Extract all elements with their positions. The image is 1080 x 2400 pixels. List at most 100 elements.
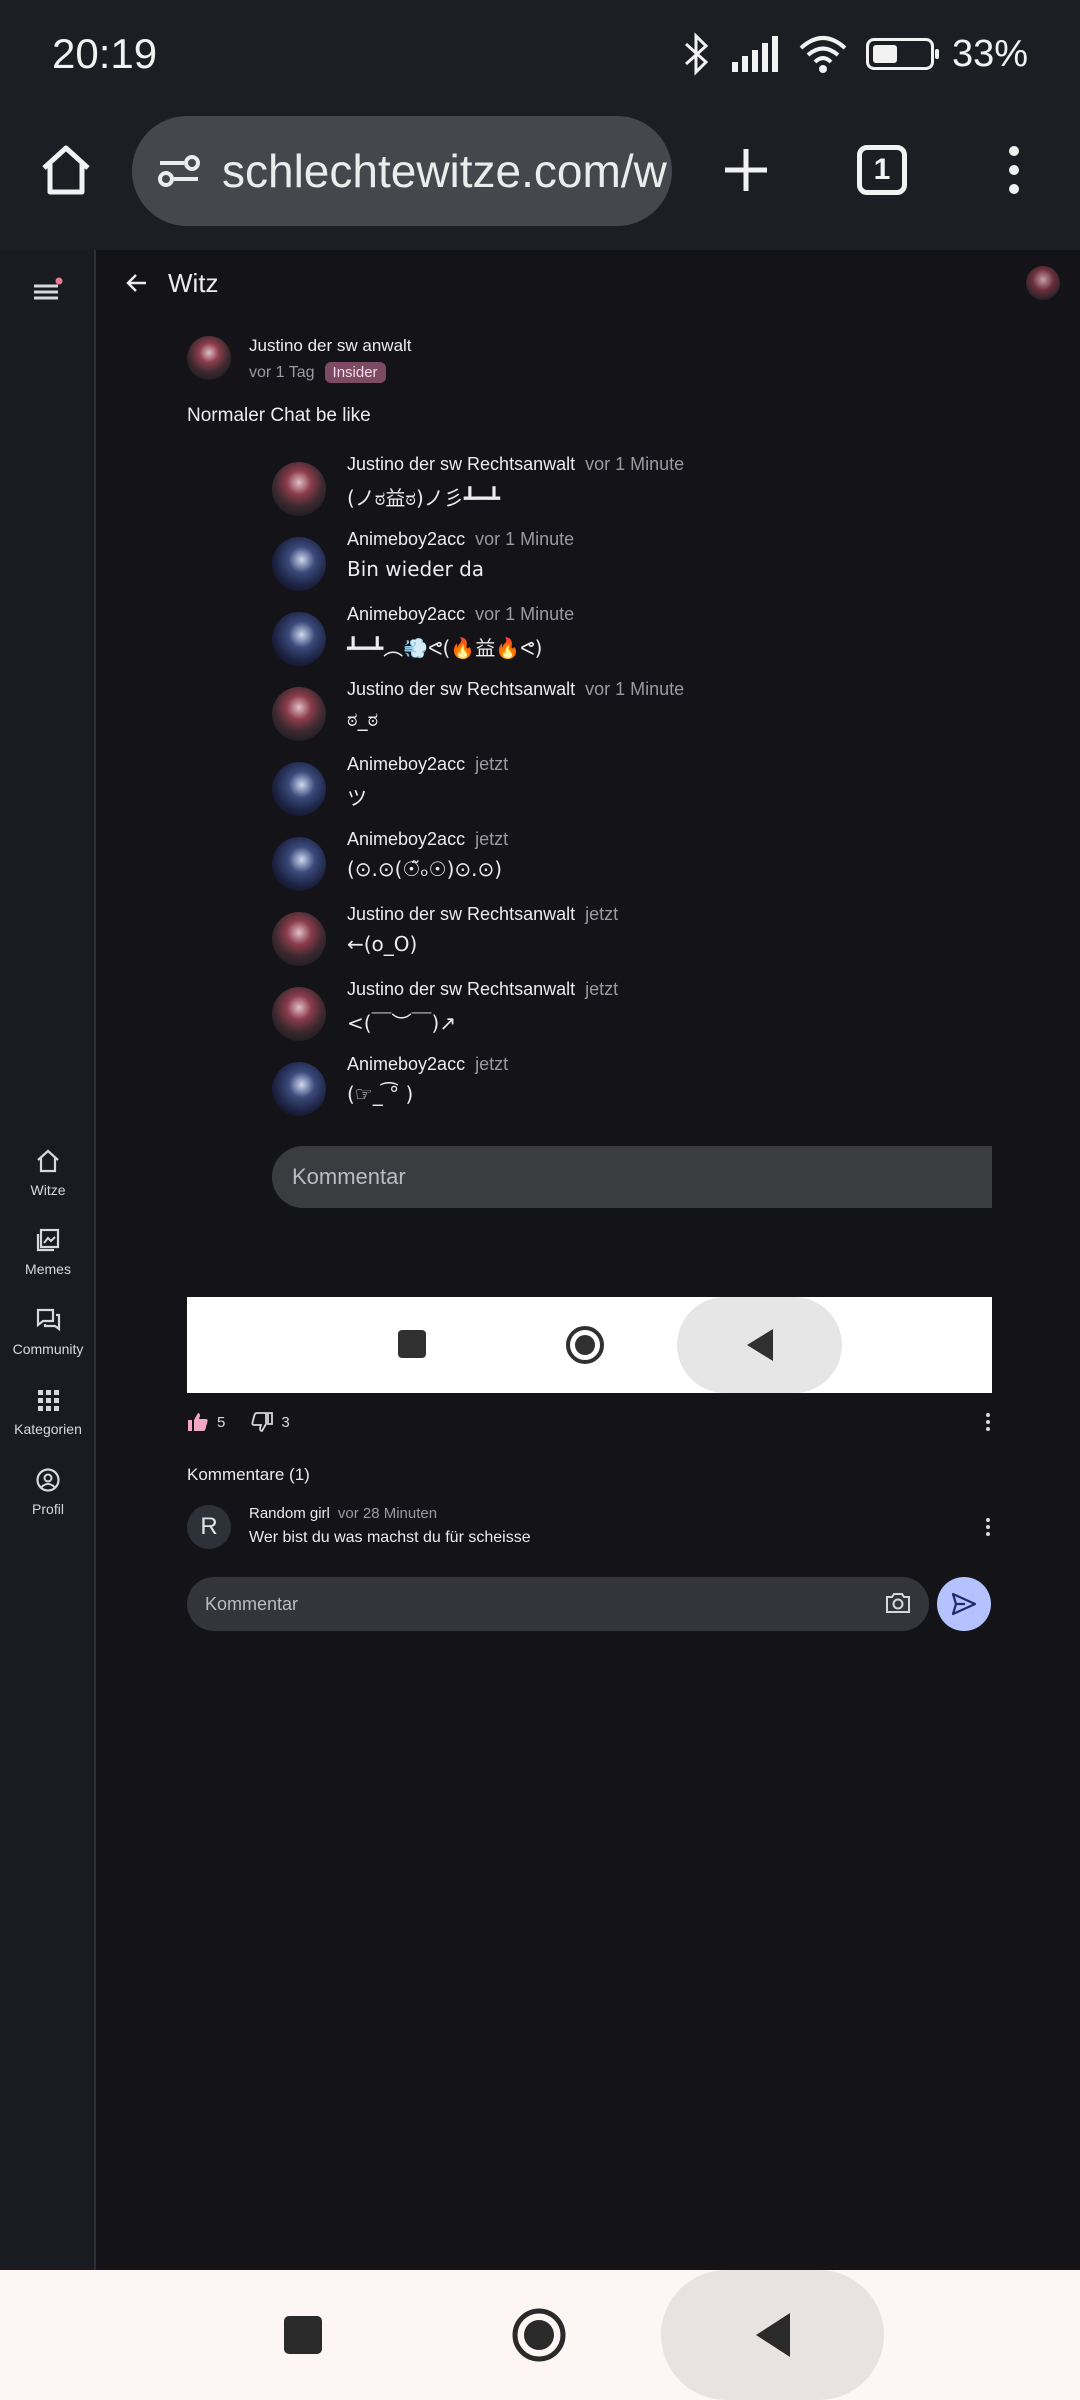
more-vert-icon[interactable]	[984, 1517, 992, 1537]
page-header: Witz	[96, 250, 1080, 316]
home-nav-button[interactable]	[511, 2307, 567, 2363]
new-tab-button[interactable]	[706, 130, 786, 210]
avatar	[272, 837, 326, 891]
chat-message: Animeboy2acc vor 1 Minute ┻━┻︵💨ᕙ(🔥益🔥ᕙ)	[272, 604, 992, 666]
comment-item: R Random girl vor 28 Minuten Wer bist du …	[187, 1505, 992, 1555]
comments-title: Kommentare (1)	[187, 1465, 310, 1484]
address-bar[interactable]: schlechtewitze.com/w	[132, 116, 672, 226]
more-vert-icon	[1009, 146, 1019, 194]
menu-icon	[34, 277, 63, 300]
chat-time: vor 1 Minute	[475, 529, 575, 549]
home-icon	[42, 145, 90, 195]
chat-message: Justino der sw Rechtsanwalt vor 1 Minute …	[272, 454, 992, 516]
rail-item-community[interactable]: Community	[0, 1307, 96, 1357]
rail-label: Memes	[25, 1261, 71, 1277]
more-vert-icon[interactable]	[984, 1412, 992, 1432]
battery-percent: 33%	[951, 32, 1028, 75]
back-nav-button[interactable]	[752, 2310, 794, 2360]
post: Justino der sw anwalt vor 1 Tag Insider …	[187, 336, 992, 427]
comment-placeholder: Kommentar	[205, 1593, 299, 1614]
comment-text: Wer bist du was machst du für scheisse	[249, 1529, 531, 1546]
recents-button[interactable]	[283, 2315, 323, 2355]
back-triangle-icon	[747, 1329, 773, 1361]
chat-time: jetzt	[585, 904, 619, 924]
menu-button[interactable]	[30, 276, 66, 311]
system-nav-bar	[0, 2270, 1080, 2400]
chat-text: (⊙.⊙(☉̃ₒ☉)⊙.⊙)	[347, 857, 503, 881]
post-actions: 5 3	[187, 1408, 992, 1436]
avatar	[272, 462, 326, 516]
chat-message: Animeboy2acc vor 1 Minute Bin wieder da	[272, 529, 992, 591]
status-icons: 33%	[682, 32, 1028, 76]
rail-item-kategorien[interactable]: Kategorien	[0, 1387, 96, 1437]
rail-item-memes[interactable]: Memes	[0, 1227, 96, 1277]
avatar	[272, 762, 326, 816]
author-name[interactable]: Justino der sw anwalt	[249, 336, 412, 356]
back-button[interactable]	[124, 270, 150, 301]
wifi-icon	[799, 36, 847, 73]
rail-label: Witze	[30, 1182, 66, 1198]
image-icon	[36, 1228, 60, 1252]
rail-label: Community	[12, 1341, 84, 1357]
chat-author: Justino der sw Rechtsanwalt	[347, 979, 576, 999]
user-avatar[interactable]	[1026, 266, 1060, 300]
post-time: vor 1 Tag	[249, 363, 315, 381]
chat-author: Justino der sw Rechtsanwalt	[347, 904, 576, 924]
site-settings-icon	[158, 155, 200, 187]
chat-time: jetzt	[475, 829, 509, 849]
tab-switcher-button[interactable]: 1	[842, 130, 922, 210]
chat-text: <(￣︶￣)↗	[347, 1011, 457, 1035]
post-author: Justino der sw anwalt vor 1 Tag Insider	[187, 336, 992, 383]
chat-comment-placeholder: Kommentar	[292, 1164, 406, 1189]
camera-icon[interactable]	[885, 1591, 911, 1615]
chat-text: ಠ_ಠ	[347, 707, 379, 731]
chat-text: ┻━┻︵💨ᕙ(🔥益🔥ᕙ)	[347, 636, 543, 660]
avatar	[272, 687, 326, 741]
avatar	[272, 912, 326, 966]
home-icon	[37, 1149, 59, 1173]
chat-author: Justino der sw Rechtsanwalt	[347, 454, 576, 474]
avatar[interactable]	[187, 336, 231, 380]
rail-label: Kategorien	[14, 1421, 82, 1437]
rail-item-witze[interactable]: Witze	[0, 1148, 96, 1198]
embedded-nav-bar	[187, 1297, 992, 1393]
chat-message: Justino der sw Rechtsanwalt vor 1 Minute …	[272, 679, 992, 741]
chat-author: Animeboy2acc	[347, 1054, 466, 1074]
back-triangle-icon	[756, 2313, 790, 2357]
chat-text: Bin wieder da	[347, 557, 485, 581]
avatar	[272, 987, 326, 1041]
post-text: Normaler Chat be like	[187, 405, 371, 426]
chat-author: Animeboy2acc	[347, 529, 466, 549]
chat-message: Animeboy2acc jetzt ツ	[272, 754, 992, 816]
home-button[interactable]	[26, 130, 106, 210]
chat-author: Animeboy2acc	[347, 829, 466, 849]
chat-time: vor 1 Minute	[585, 454, 685, 474]
forum-icon	[36, 1308, 61, 1332]
chat-message: Animeboy2acc jetzt (☞_ ͡° )	[272, 1054, 992, 1116]
grid-icon	[38, 1390, 59, 1411]
comment-time: vor 28 Minuten	[337, 1505, 438, 1522]
chat-author: Animeboy2acc	[347, 604, 466, 624]
thumb-up-icon[interactable]	[187, 1412, 209, 1432]
clock: 20:19	[52, 30, 158, 77]
send-icon	[951, 1592, 977, 1616]
chat-message: Justino der sw Rechtsanwalt jetzt ←(o_O)	[272, 904, 992, 966]
chat-time: vor 1 Minute	[585, 679, 685, 699]
recents-icon	[398, 1330, 426, 1358]
chat-text: (☞_ ͡° )	[347, 1082, 414, 1106]
comment-input[interactable]: Kommentar	[187, 1577, 929, 1631]
comment-avatar[interactable]: R	[187, 1505, 231, 1549]
avatar	[272, 537, 326, 591]
send-button[interactable]	[937, 1577, 991, 1631]
thumb-down-icon[interactable]	[251, 1412, 274, 1432]
browser-menu-button[interactable]	[974, 130, 1054, 210]
comment-author[interactable]: Random girl	[249, 1505, 330, 1522]
chat-time: vor 1 Minute	[475, 604, 575, 624]
arrow-back-icon	[126, 274, 146, 292]
rail-item-profil[interactable]: Profil	[0, 1467, 96, 1517]
chat-author: Animeboy2acc	[347, 754, 466, 774]
chat-text: (ノಠ益ಠ)ノ彡┻━┻	[347, 486, 500, 510]
chat-time: jetzt	[475, 1054, 509, 1074]
avatar	[272, 612, 326, 666]
avatar	[272, 1062, 326, 1116]
